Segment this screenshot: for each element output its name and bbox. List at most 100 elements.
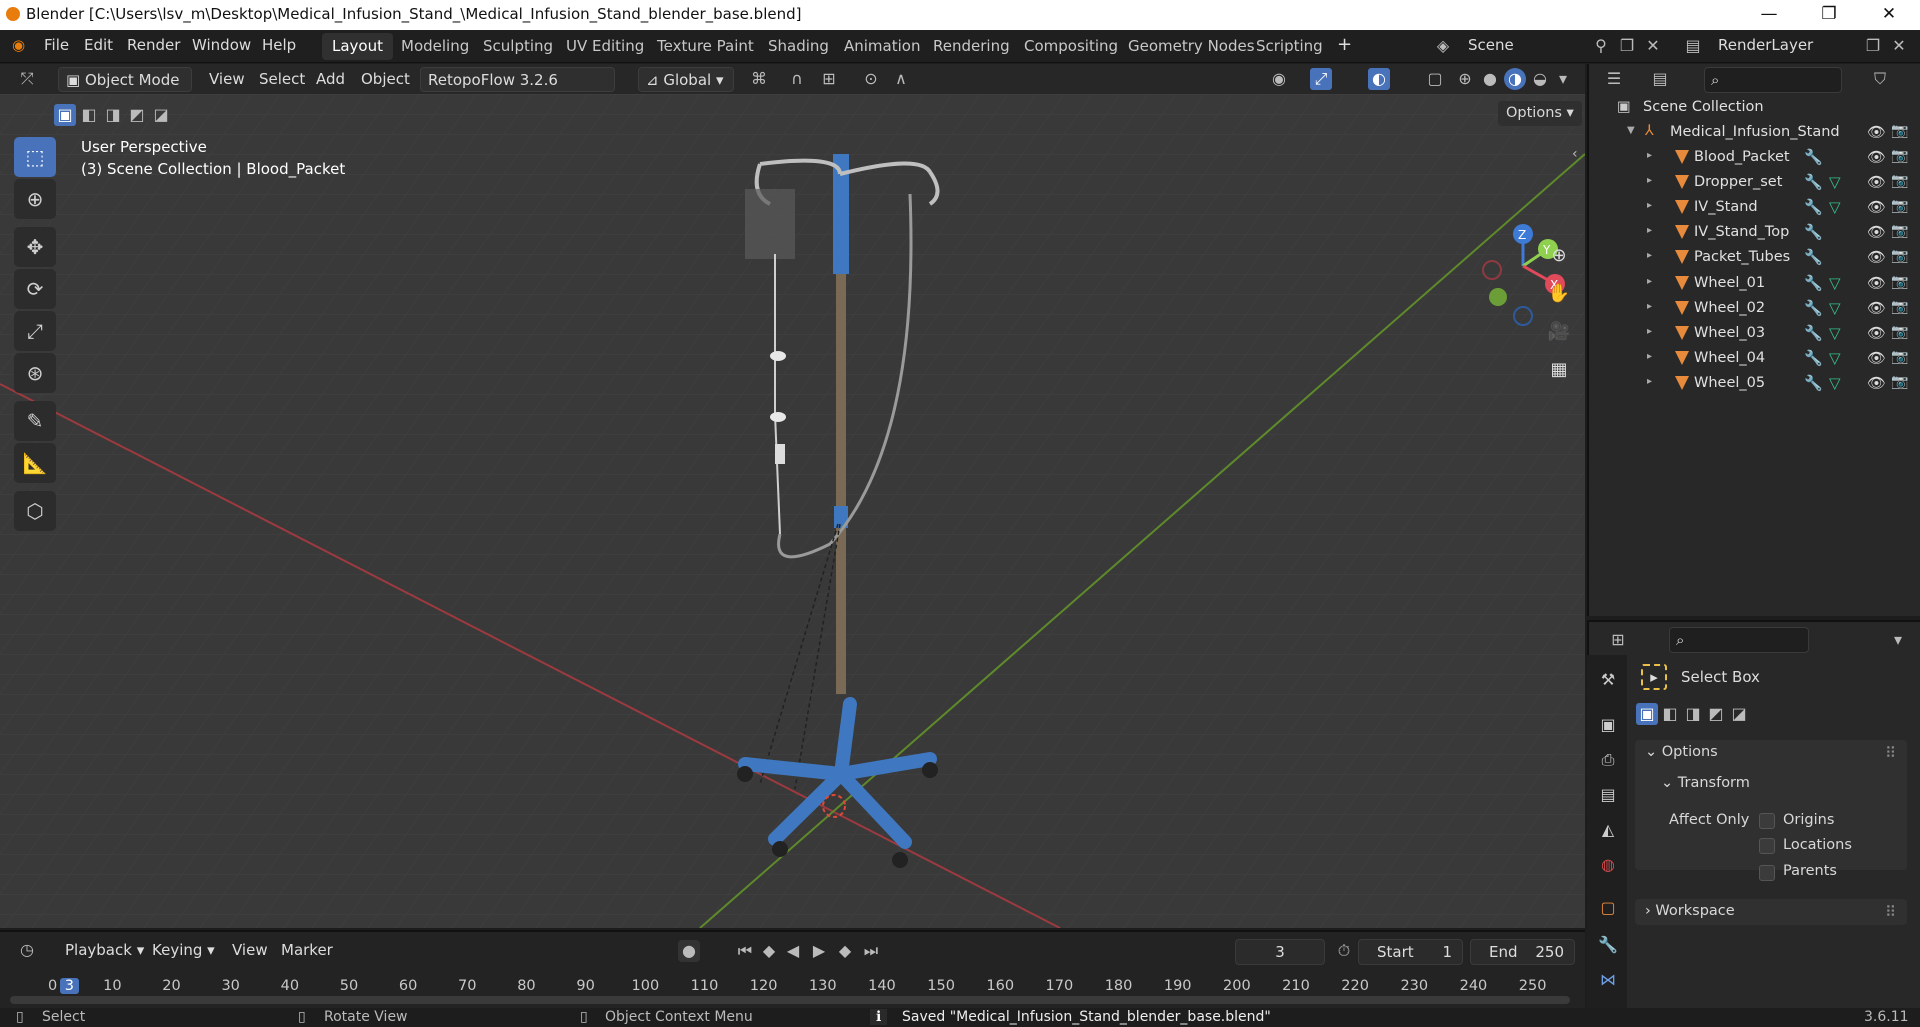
- outliner-item-wheel-02[interactable]: ▸ Wheel_02 🔧 ▽ 👁 📷: [1589, 297, 1920, 322]
- tool-annotate[interactable]: ✎: [14, 401, 56, 441]
- eye-icon[interactable]: 👁: [1867, 223, 1886, 241]
- modifier-wrench-icon[interactable]: 🔧: [1804, 324, 1823, 342]
- modifier-wrench-icon[interactable]: 🔧: [1804, 274, 1823, 292]
- workspace-drag-icon[interactable]: ⠿: [1885, 903, 1896, 921]
- shading-material-icon[interactable]: ◑: [1504, 68, 1526, 90]
- vertex-group-icon[interactable]: ▽: [1829, 349, 1841, 367]
- menu-file[interactable]: File: [44, 36, 69, 54]
- pan-hand-icon[interactable]: ✋: [1543, 278, 1575, 310]
- expand-icon[interactable]: ▸: [1647, 150, 1652, 161]
- keying-menu[interactable]: Keying ▾: [145, 938, 222, 963]
- select-intersect-icon[interactable]: ◪: [150, 104, 172, 126]
- playhead-indicator[interactable]: 3: [59, 978, 79, 994]
- tab-geometry-nodes[interactable]: Geometry Nodes: [1118, 33, 1265, 60]
- shading-options-icon[interactable]: ▾: [1552, 68, 1574, 90]
- zoom-icon[interactable]: ⊕: [1543, 240, 1575, 272]
- select-subtract-icon[interactable]: ◨: [102, 104, 124, 126]
- ortho-grid-icon[interactable]: ▦: [1543, 354, 1575, 386]
- tool-add-cube[interactable]: ⬡: [14, 491, 56, 531]
- modifier-wrench-icon[interactable]: 🔧: [1804, 374, 1823, 392]
- eye-icon[interactable]: 👁: [1867, 349, 1886, 367]
- eye-icon[interactable]: 👁: [1867, 374, 1886, 392]
- camera-icon[interactable]: 📷: [1891, 148, 1908, 164]
- expand-icon[interactable]: ▸: [1647, 276, 1652, 287]
- tab-modeling[interactable]: Modeling: [391, 33, 479, 60]
- object-tab-icon[interactable]: ▢: [1597, 898, 1619, 920]
- timeline-view-menu[interactable]: View: [225, 938, 275, 963]
- editor-type-icon[interactable]: ⤱: [16, 68, 38, 90]
- visibility-icon[interactable]: ◉: [1268, 68, 1290, 90]
- properties-menu-icon[interactable]: ▾: [1887, 629, 1909, 651]
- play-icon[interactable]: ▶: [808, 940, 830, 962]
- outliner-collection[interactable]: ▼ ⅄ Medical_Infusion_Stand 👁 📷: [1589, 121, 1920, 146]
- eye-icon[interactable]: 👁: [1867, 248, 1886, 266]
- outliner-search-input[interactable]: ⌕: [1704, 67, 1842, 93]
- view-layer-field[interactable]: RenderLayer: [1712, 33, 1862, 59]
- outliner-scene-collection[interactable]: ▣ Scene Collection: [1589, 96, 1920, 121]
- menu-render[interactable]: Render: [127, 36, 180, 54]
- tab-sculpting[interactable]: Sculpting: [473, 33, 563, 60]
- record-icon[interactable]: ●: [678, 940, 700, 962]
- gizmo-icon[interactable]: ⤢: [1310, 68, 1332, 90]
- expand-icon[interactable]: ▸: [1647, 376, 1652, 387]
- close-icon[interactable]: ✕: [1866, 0, 1912, 30]
- mode-selector[interactable]: ▣ Object Mode ▾: [58, 67, 192, 113]
- prop-select-extend-icon[interactable]: ◧: [1659, 703, 1681, 725]
- camera-icon[interactable]: 📷: [1891, 274, 1908, 290]
- camera-icon[interactable]: 📷: [1891, 299, 1908, 315]
- end-frame-field[interactable]: End 250: [1470, 939, 1575, 965]
- new-layer-icon[interactable]: ❐: [1862, 35, 1884, 57]
- menu-object[interactable]: Object: [354, 67, 417, 92]
- eye-icon[interactable]: 👁: [1867, 299, 1886, 317]
- remove-layer-icon[interactable]: ✕: [1888, 35, 1910, 57]
- modifier-wrench-icon[interactable]: 🔧: [1804, 148, 1823, 166]
- prop-select-subtract-icon[interactable]: ◨: [1682, 703, 1704, 725]
- camera-icon[interactable]: 📷: [1891, 248, 1908, 264]
- particles-tab-icon[interactable]: ⋈: [1597, 970, 1619, 992]
- tool-scale[interactable]: ⤢: [14, 311, 56, 351]
- display-mode-icon[interactable]: ▤: [1649, 68, 1671, 90]
- add-workspace-icon[interactable]: +: [1337, 34, 1352, 55]
- render-tab-icon[interactable]: ▣: [1597, 715, 1619, 737]
- menu-help[interactable]: Help: [262, 36, 296, 54]
- vertex-group-icon[interactable]: ▽: [1829, 198, 1841, 216]
- eye-icon[interactable]: 👁: [1867, 148, 1886, 166]
- vertex-group-icon[interactable]: ▽: [1829, 324, 1841, 342]
- tab-shading[interactable]: Shading: [758, 33, 839, 60]
- timeline-editor-icon[interactable]: ◷: [16, 939, 38, 961]
- menu-edit[interactable]: Edit: [84, 36, 113, 54]
- eye-icon[interactable]: 👁: [1867, 173, 1886, 191]
- origins-checkbox[interactable]: [1759, 813, 1775, 829]
- transform-subpanel-header[interactable]: ⌄ Transform: [1661, 775, 1750, 791]
- camera-icon[interactable]: 📷: [1891, 324, 1908, 340]
- tool-transform[interactable]: ⊛: [14, 353, 56, 393]
- modifier-wrench-icon[interactable]: 🔧: [1804, 349, 1823, 367]
- modifier-wrench-icon[interactable]: 🔧: [1804, 198, 1823, 216]
- modifier-wrench-icon[interactable]: 🔧: [1804, 223, 1823, 241]
- expand-icon[interactable]: ▸: [1647, 351, 1652, 362]
- prop-select-invert-icon[interactable]: ◩: [1705, 703, 1727, 725]
- outliner-editor-icon[interactable]: ☰: [1603, 68, 1625, 90]
- shading-solid-icon[interactable]: ●: [1479, 68, 1501, 90]
- expand-icon[interactable]: ▸: [1647, 200, 1652, 211]
- tool-select-box[interactable]: ⬚: [14, 137, 56, 177]
- expand-icon[interactable]: ▸: [1647, 225, 1652, 236]
- tab-uv-editing[interactable]: UV Editing: [556, 33, 654, 60]
- eye-icon[interactable]: 👁: [1867, 324, 1886, 342]
- drag-handle-icon[interactable]: ⠿: [1885, 744, 1896, 762]
- tab-compositing[interactable]: Compositing: [1014, 33, 1128, 60]
- retopoflow-menu[interactable]: RetopoFlow 3.2.6 (github) ▾: [420, 67, 615, 113]
- world-tab-icon[interactable]: ◍: [1597, 855, 1619, 877]
- play-reverse-icon[interactable]: ◀: [782, 940, 804, 962]
- menu-window[interactable]: Window: [192, 36, 251, 54]
- expand-icon[interactable]: ▸: [1647, 175, 1652, 186]
- outliner-item-wheel-05[interactable]: ▸ Wheel_05 🔧 ▽ 👁 📷: [1589, 372, 1920, 397]
- camera-icon[interactable]: 📷: [1891, 123, 1908, 139]
- outliner-item-wheel-01[interactable]: ▸ Wheel_01 🔧 ▽ 👁 📷: [1589, 272, 1920, 297]
- menu-view[interactable]: View: [202, 67, 252, 92]
- falloff-icon[interactable]: ∧: [890, 68, 912, 90]
- outliner-item-iv-stand-top[interactable]: ▸ IV_Stand_Top 🔧 👁 📷: [1589, 221, 1920, 246]
- scene-icon[interactable]: ◈: [1432, 35, 1454, 57]
- modifier-wrench-icon[interactable]: 🔧: [1804, 299, 1823, 317]
- tool-cursor[interactable]: ⊕: [14, 179, 56, 219]
